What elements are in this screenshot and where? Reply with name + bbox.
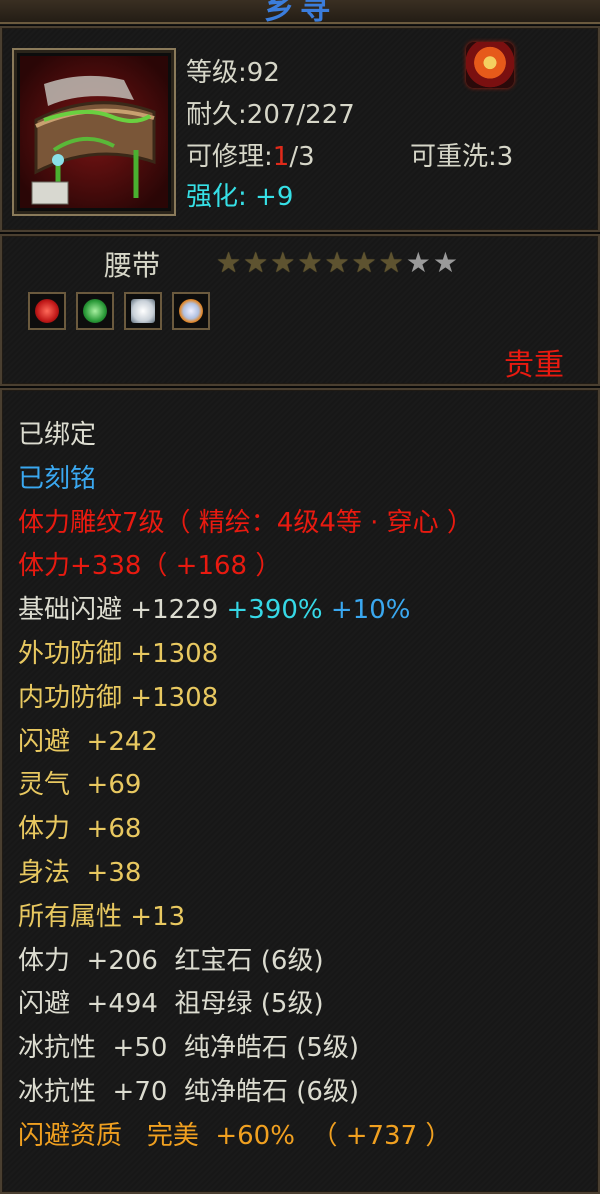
engraved-status: 已刻铭 xyxy=(18,463,97,494)
aptitude-grade: 完美 xyxy=(146,1120,199,1151)
title-strip: 乡寻 xyxy=(0,0,600,24)
dodge-label: 闪避 xyxy=(18,726,71,757)
all-attr-line: 所有属性 +13 xyxy=(18,898,473,942)
star-empty-icon: ★ xyxy=(405,246,431,279)
base-dodge-pct1: +390% xyxy=(226,595,323,626)
fire-badge-icon xyxy=(466,42,514,88)
ext-def-label: 外功防御 xyxy=(18,638,123,669)
int-def-value: +1308 xyxy=(130,682,219,713)
enhance-value: +9 xyxy=(255,182,294,212)
star-icon: ★ xyxy=(270,246,296,279)
star-rating: ★ ★ ★ ★ ★ ★ ★ ★ ★ xyxy=(216,248,458,278)
spirit-line: 灵气 +69 xyxy=(18,766,473,810)
gem-slots xyxy=(28,292,210,330)
base-dodge-line: 基础闪避 +1229 +390% +10% xyxy=(18,591,473,635)
green-gem-icon xyxy=(83,299,107,323)
ext-def-line: 外功防御 +1308 xyxy=(18,635,473,679)
agility-label: 身法 xyxy=(18,857,71,888)
all-attr-label: 所有属性 xyxy=(18,901,123,932)
all-attr-value: +13 xyxy=(130,901,186,932)
gem4-value: +70 xyxy=(112,1076,168,1107)
rewash-row: 可重洗:3 xyxy=(410,142,514,172)
gem2-name: 祖母绿 (5级) xyxy=(174,989,324,1020)
level-row: 等级:92 xyxy=(186,58,280,88)
dodge-line: 闪避 +242 xyxy=(18,723,473,767)
star-icon: ★ xyxy=(378,246,404,279)
aptitude-bonus: （ +737 ） xyxy=(311,1120,452,1151)
repair-row: 可修理:1/3 xyxy=(186,142,315,172)
star-empty-icon: ★ xyxy=(432,246,458,279)
rewash-label: 可重洗 xyxy=(410,142,489,172)
gem4-stat: 冰抗性 xyxy=(18,1076,97,1107)
spirit-label: 灵气 xyxy=(18,770,71,801)
item-title: 乡寻 xyxy=(264,0,336,24)
star-icon: ★ xyxy=(216,246,242,279)
star-icon: ★ xyxy=(297,246,323,279)
star-icon: ★ xyxy=(351,246,377,279)
stamina-label: 体力 xyxy=(18,814,71,845)
int-def-label: 内功防御 xyxy=(18,682,123,713)
gem3-value: +50 xyxy=(112,1033,168,1064)
gem2-stat: 闪避 xyxy=(18,989,71,1020)
enhance-row: 强化: +9 xyxy=(186,182,294,212)
gem4-line: 冰抗性 +70 纯净皓石 (6级) xyxy=(18,1073,473,1117)
gem-slot-white[interactable] xyxy=(124,292,162,330)
red-gem-icon xyxy=(35,299,59,323)
enhance-label: 强化 xyxy=(186,182,239,212)
stamina-value: +68 xyxy=(86,814,142,845)
aptitude-line: 闪避资质 完美 +60% （ +737 ） xyxy=(18,1117,473,1161)
gem1-value: +206 xyxy=(86,945,158,976)
star-icon: ★ xyxy=(243,246,269,279)
belt-icon xyxy=(12,48,176,216)
stamina-main-line: 体力+338（ +168 ） xyxy=(18,551,282,582)
star-icon: ★ xyxy=(324,246,350,279)
base-dodge-value: +1229 xyxy=(130,595,219,626)
gem2-line: 闪避 +494 祖母绿 (5级) xyxy=(18,985,473,1029)
agility-line: 身法 +38 xyxy=(18,854,473,898)
ext-def-value: +1308 xyxy=(130,638,219,669)
gem1-line: 体力 +206 红宝石 (6级) xyxy=(18,942,473,986)
attributes-list: 已绑定 已刻铭 体力雕纹7级（ 精绘：4级4等 · 穿心 ） 体力+338（ +… xyxy=(18,416,473,1161)
gem1-name: 红宝石 (6级) xyxy=(174,945,324,976)
bound-status: 已绑定 xyxy=(18,420,97,450)
aptitude-label: 闪避资质 xyxy=(18,1120,123,1151)
dodge-value: +242 xyxy=(86,726,158,757)
gem3-line: 冰抗性 +50 纯净皓石 (5级) xyxy=(18,1029,473,1073)
gem1-stat: 体力 xyxy=(18,945,71,976)
gem3-stat: 冰抗性 xyxy=(18,1033,97,1064)
gem4-name: 纯净皓石 (6级) xyxy=(183,1076,360,1107)
int-def-line: 内功防御 +1308 xyxy=(18,679,473,723)
base-dodge-pct2: +10% xyxy=(330,595,411,626)
level-value: 92 xyxy=(246,58,280,88)
spirit-value: +69 xyxy=(86,770,142,801)
item-type: 腰带 xyxy=(104,249,161,282)
repair-label: 可修理 xyxy=(186,142,265,172)
base-dodge-label: 基础闪避 xyxy=(18,595,123,626)
aptitude-value: +60% xyxy=(215,1120,295,1151)
gem2-value: +494 xyxy=(86,989,158,1020)
carving-line: 体力雕纹7级（ 精绘：4级4等 · 穿心 ） xyxy=(18,507,473,538)
gem-slot-red[interactable] xyxy=(28,292,66,330)
stamina-line: 体力 +68 xyxy=(18,810,473,854)
durability-row: 耐久:207/227 xyxy=(186,100,355,130)
gem3-name: 纯净皓石 (5级) xyxy=(183,1033,360,1064)
durability-label: 耐久 xyxy=(186,100,239,130)
rewash-value: 3 xyxy=(496,142,514,172)
durability-value: 207/227 xyxy=(246,100,355,130)
agility-value: +38 xyxy=(86,857,142,888)
repair-current: 1 xyxy=(272,142,290,172)
gem-slot-orange[interactable] xyxy=(172,292,210,330)
repair-max: /3 xyxy=(289,142,315,172)
gem-slot-green[interactable] xyxy=(76,292,114,330)
white-gem-icon xyxy=(131,299,155,323)
quality-label: 贵重 xyxy=(504,348,564,383)
orange-gem-icon xyxy=(179,299,203,323)
level-label: 等级 xyxy=(186,58,239,88)
